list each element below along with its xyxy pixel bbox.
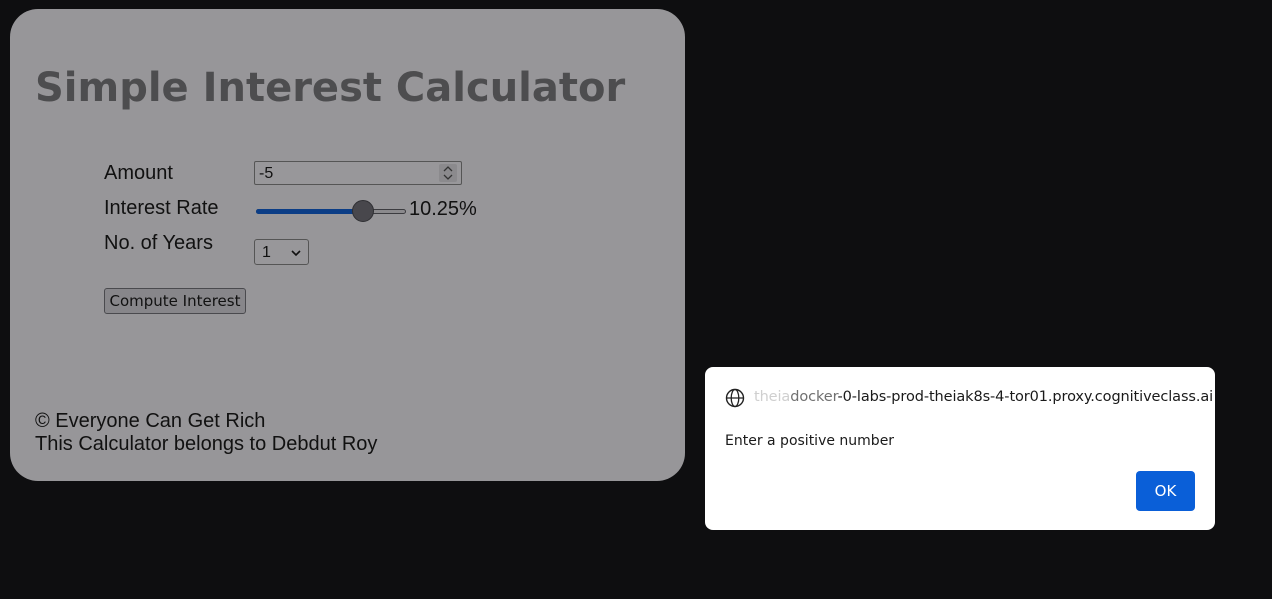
amount-label: Amount — [104, 162, 173, 184]
slider-thumb[interactable] — [352, 200, 374, 222]
alert-dialog: theiadocker-0-labs-prod-theiak8s-4-tor01… — [705, 367, 1215, 530]
spinner-icon[interactable] — [439, 164, 457, 182]
slider-fill — [256, 209, 363, 214]
alert-origin: theiadocker-0-labs-prod-theiak8s-4-tor01… — [754, 389, 1214, 405]
compute-interest-button[interactable]: Compute Interest — [104, 288, 246, 314]
globe-icon — [725, 388, 745, 413]
page-title: Simple Interest Calculator — [35, 65, 626, 111]
interest-rate-value: 10.25% — [409, 198, 477, 220]
chevron-down-icon — [290, 246, 302, 264]
footer-owner: This Calculator belongs to Debdut Roy — [35, 433, 378, 455]
years-label: No. of Years — [104, 232, 213, 254]
footer-copyright: © Everyone Can Get Rich — [35, 410, 266, 432]
years-select[interactable]: 1 — [254, 239, 309, 265]
amount-input[interactable]: -5 — [254, 161, 462, 185]
amount-value: -5 — [259, 165, 274, 182]
alert-message: Enter a positive number — [725, 433, 895, 449]
interest-rate-label: Interest Rate — [104, 197, 219, 219]
calculator-card: Simple Interest Calculator Amount -5 Int… — [10, 9, 685, 481]
ok-button[interactable]: OK — [1136, 471, 1195, 511]
interest-rate-slider[interactable] — [256, 200, 408, 222]
years-selected-value: 1 — [262, 244, 271, 261]
